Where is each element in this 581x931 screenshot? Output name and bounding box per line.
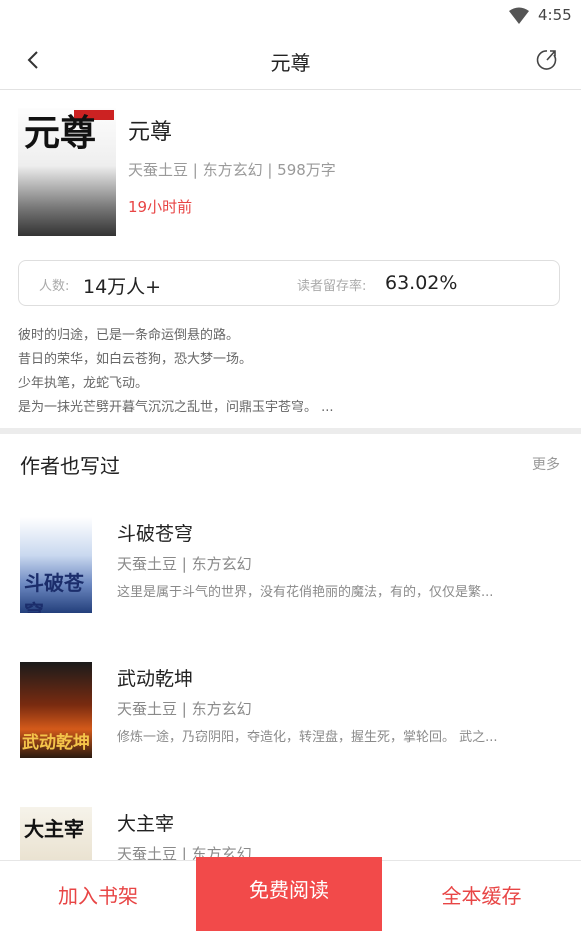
book-title: 元尊 [128,120,173,145]
author-book-name: 大主宰 [117,813,175,835]
page-title: 元尊 [270,51,311,75]
header: 元尊 [0,32,581,89]
status-bar: 4:55 [0,0,581,32]
stats-box: 人数: 14万人+ 读者留存率: 63.02% [18,260,560,306]
description-line: 少年执笔，龙蛇飞动。 [18,376,149,391]
cover-title-art: 元尊 [24,112,97,154]
author-book-meta: 天蚕土豆 | 东方玄幻 [117,700,252,718]
more-link[interactable]: 更多 [532,454,560,474]
author-book-name: 武动乾坤 [117,668,194,690]
free-read-button[interactable]: 免费阅读 [196,857,382,931]
book-cover: 斗破苍穹 [20,517,92,613]
book-meta: 天蚕土豆 | 东方玄幻 | 598万字 [128,161,336,179]
author-book-item[interactable]: 武动乾坤 武动乾坤 天蚕土豆 | 东方玄幻 修炼一途，乃窃阴阳，夺造化，转涅盘，… [0,662,581,772]
book-cover[interactable]: 元尊 [18,108,116,236]
book-description[interactable]: 彼时的归途，已是一条命运倒悬的路。 昔日的荣华，如白云苍狗，恐大梦一场。 少年执… [18,324,563,420]
author-book-intro: 这里是属于斗气的世界，没有花俏艳丽的魔法，有的，仅仅是繁... [117,585,494,600]
author-book-meta: 天蚕土豆 | 东方玄幻 [117,555,252,573]
status-time: 4:55 [538,6,572,24]
author-book-intro: 修炼一途，乃窃阴阳，夺造化，转涅盘，握生死，掌轮回。 武之... [117,730,498,745]
book-cover: 武动乾坤 [20,662,92,758]
author-book-name: 斗破苍穹 [117,523,194,545]
retention-label: 读者留存率: [297,279,367,294]
bottom-action-bar: 加入书架 免费阅读 全本缓存 [0,857,581,931]
add-to-shelf-button[interactable]: 加入书架 [0,861,196,931]
cover-title-art: 武动乾坤 [22,733,90,753]
share-icon[interactable] [533,46,561,74]
section-divider [0,428,581,434]
section-title: 作者也写过 [20,454,120,478]
book-updated-time: 19小时前 [128,198,193,216]
description-line: 昔日的荣华，如白云苍狗，恐大梦一场。 [18,352,253,367]
retention-value: 63.02% [385,272,458,294]
header-divider [0,89,581,90]
cover-title-art: 斗破苍穹 [24,571,84,613]
wifi-icon [509,7,529,24]
readers-value: 14万人+ [83,276,162,298]
readers-label: 人数: [39,279,70,294]
description-line: 是为一抹光芒劈开暮气沉沉之乱世，问鼎玉宇苍穹。 ... [18,400,334,415]
cover-title-art: 大主宰 [24,817,84,841]
author-book-item[interactable]: 斗破苍穹 斗破苍穹 天蚕土豆 | 东方玄幻 这里是属于斗气的世界，没有花俏艳丽的… [0,517,581,627]
description-line: 彼时的归途，已是一条命运倒悬的路。 [18,328,240,343]
cache-all-button[interactable]: 全本缓存 [382,861,581,931]
